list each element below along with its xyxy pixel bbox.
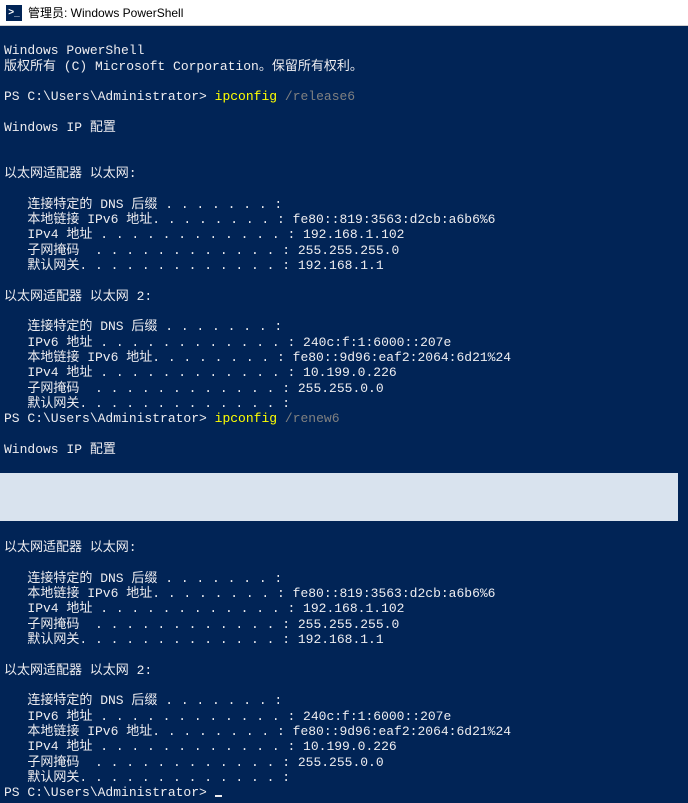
gateway-label: 默认网关. . . . . . . . . . . . . :	[4, 258, 290, 273]
eth1-link-local-val: fe80::819:3563:d2cb:a6b6%6	[285, 212, 496, 227]
ip-config-header-1: Windows IP 配置	[4, 120, 116, 135]
terminal-output[interactable]: Windows PowerShell 版权所有 (C) Microsoft Co…	[0, 26, 688, 803]
ipv6-label-2: IPv6 地址 . . . . . . . . . . . . :	[4, 709, 295, 724]
subnet-label-3: 子网掩码 . . . . . . . . . . . . :	[4, 617, 290, 632]
link-local-label-2: 本地链接 IPv6 地址. . . . . . . . :	[4, 350, 285, 365]
adapter-eth-header-2: 以太网适配器 以太网:	[4, 540, 137, 555]
command-1-name: ipconfig	[215, 89, 277, 104]
eth2-ipv4-val-2: 10.199.0.226	[295, 739, 396, 754]
command-2-arg: /renew6	[285, 411, 340, 426]
eth1-link-local-val-2: fe80::819:3563:d2cb:a6b6%6	[285, 586, 496, 601]
eth2-link-local-val: fe80::9d96:eaf2:2064:6d21%24	[285, 350, 511, 365]
powershell-icon: >_	[6, 5, 22, 21]
link-local-label-4: 本地链接 IPv6 地址. . . . . . . . :	[4, 724, 285, 739]
eth2-ipv6-val: 240c:f:1:6000::207e	[295, 335, 451, 350]
window-title: 管理员: Windows PowerShell	[28, 4, 183, 21]
ipv4-label: IPv4 地址 . . . . . . . . . . . . :	[4, 227, 295, 242]
adapter-eth2-header-1: 以太网适配器 以太网 2:	[4, 289, 152, 304]
ipv4-label-2: IPv4 地址 . . . . . . . . . . . . :	[4, 365, 295, 380]
subnet-label-4: 子网掩码 . . . . . . . . . . . . :	[4, 755, 290, 770]
header-line-2: 版权所有 (C) Microsoft Corporation。保留所有权利。	[4, 59, 363, 74]
gateway-label-4: 默认网关. . . . . . . . . . . . . :	[4, 770, 290, 785]
eth2-ipv6-val-2: 240c:f:1:6000::207e	[295, 709, 451, 724]
prompt-2: PS C:\Users\Administrator>	[4, 411, 207, 426]
eth1-gateway-val: 192.168.1.1	[290, 258, 384, 273]
prompt-1: PS C:\Users\Administrator>	[4, 89, 207, 104]
adapter-eth-header-1: 以太网适配器 以太网:	[4, 166, 137, 181]
eth2-subnet-val-2: 255.255.0.0	[290, 755, 384, 770]
prompt-3: PS C:\Users\Administrator>	[4, 785, 207, 800]
subnet-label-2: 子网掩码 . . . . . . . . . . . . :	[4, 381, 290, 396]
eth1-ipv4-val: 192.168.1.102	[295, 227, 404, 242]
link-local-label: 本地链接 IPv6 地址. . . . . . . . :	[4, 212, 285, 227]
eth1-ipv4-val-2: 192.168.1.102	[295, 601, 404, 616]
ip-config-header-2: Windows IP 配置	[4, 442, 116, 457]
link-local-label-3: 本地链接 IPv6 地址. . . . . . . . :	[4, 586, 285, 601]
eth1-subnet-val: 255.255.255.0	[290, 243, 399, 258]
title-bar[interactable]: >_ 管理员: Windows PowerShell	[0, 0, 688, 26]
header-line-1: Windows PowerShell	[4, 43, 144, 58]
subnet-label: 子网掩码 . . . . . . . . . . . . :	[4, 243, 290, 258]
eth1-subnet-val-2: 255.255.255.0	[290, 617, 399, 632]
cursor	[215, 795, 222, 797]
eth2-link-local-val-2: fe80::9d96:eaf2:2064:6d21%24	[285, 724, 511, 739]
eth1-gateway-val-2: 192.168.1.1	[290, 632, 384, 647]
ipv6-label: IPv6 地址 . . . . . . . . . . . . :	[4, 335, 295, 350]
eth2-subnet-val: 255.255.0.0	[290, 381, 384, 396]
redacted-region	[0, 473, 678, 521]
gateway-label-2: 默认网关. . . . . . . . . . . . . :	[4, 396, 290, 411]
eth2-ipv4-val: 10.199.0.226	[295, 365, 396, 380]
ipv4-label-3: IPv4 地址 . . . . . . . . . . . . :	[4, 601, 295, 616]
dns-suffix-label-4: 连接特定的 DNS 后缀 . . . . . . . :	[4, 693, 282, 708]
ipv4-label-4: IPv4 地址 . . . . . . . . . . . . :	[4, 739, 295, 754]
dns-suffix-label-3: 连接特定的 DNS 后缀 . . . . . . . :	[4, 571, 282, 586]
dns-suffix-label: 连接特定的 DNS 后缀 . . . . . . . :	[4, 197, 282, 212]
gateway-label-3: 默认网关. . . . . . . . . . . . . :	[4, 632, 290, 647]
command-2-name: ipconfig	[215, 411, 277, 426]
dns-suffix-label-2: 连接特定的 DNS 后缀 . . . . . . . :	[4, 319, 282, 334]
adapter-eth2-header-2: 以太网适配器 以太网 2:	[4, 663, 152, 678]
command-1-arg: /release6	[285, 89, 355, 104]
